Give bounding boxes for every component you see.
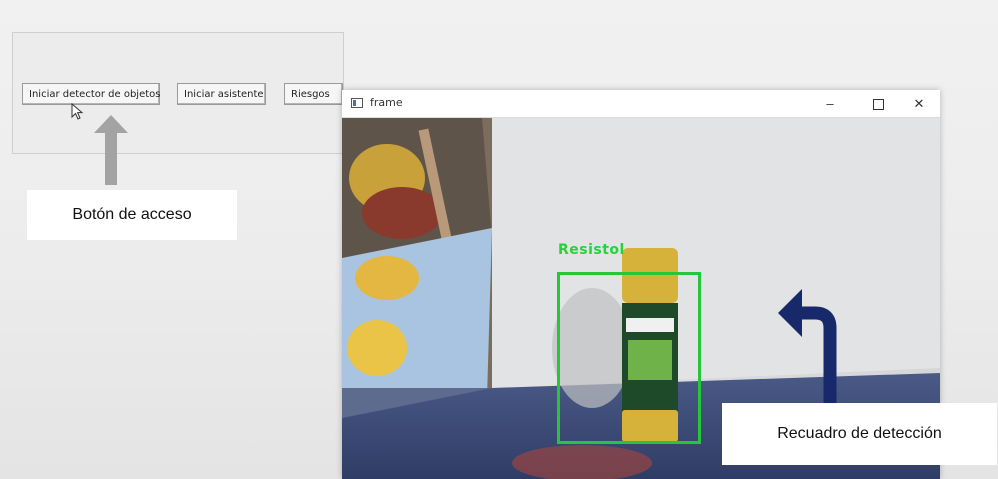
- frame-titlebar[interactable]: frame – ✕: [342, 90, 940, 118]
- detection-box: [557, 272, 701, 444]
- start-assistant-button[interactable]: Iniciar asistente: [177, 83, 266, 105]
- maximize-icon: [872, 99, 884, 110]
- minimize-button[interactable]: –: [818, 93, 842, 115]
- access-arrow-icon: [94, 115, 128, 185]
- detection-label: Resistol: [558, 242, 625, 258]
- control-panel-window: Iniciar detector de objetos Iniciar asis…: [12, 32, 344, 154]
- detection-box-caption: Recuadro de detección: [722, 403, 997, 465]
- maximize-button[interactable]: [866, 93, 890, 115]
- detection-arrow-icon: [778, 289, 837, 413]
- risks-button[interactable]: Riesgos: [284, 83, 343, 105]
- window-app-icon: [351, 98, 363, 108]
- mouse-cursor-icon: [71, 103, 84, 120]
- start-object-detector-button[interactable]: Iniciar detector de objetos: [22, 83, 160, 105]
- close-button[interactable]: ✕: [907, 93, 931, 115]
- frame-window-title: frame: [370, 96, 403, 109]
- access-button-caption: Botón de acceso: [27, 190, 237, 240]
